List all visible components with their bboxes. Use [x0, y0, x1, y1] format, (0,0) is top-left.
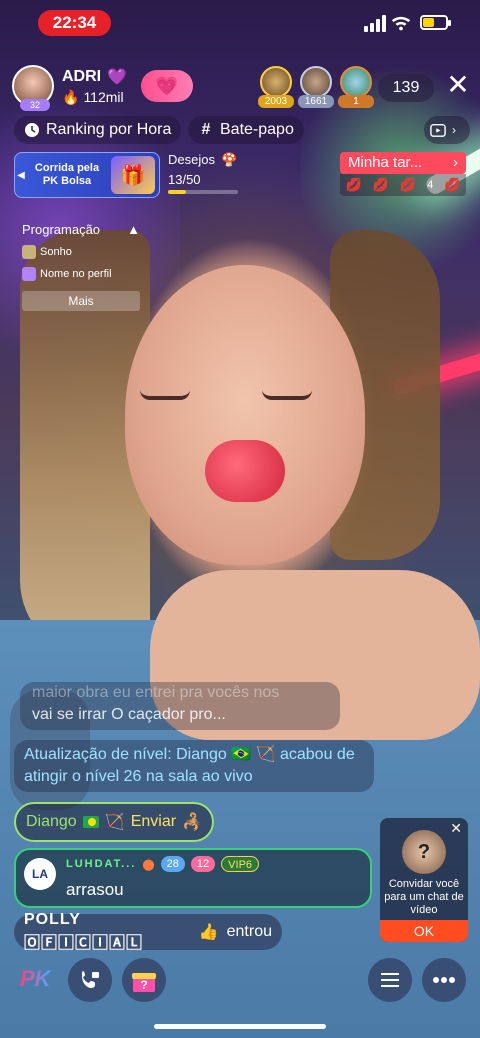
top-viewer[interactable]: 2003: [258, 66, 294, 108]
status-bar: 22:34: [0, 0, 480, 46]
item-icon: [22, 267, 36, 281]
clock-icon: [24, 122, 40, 138]
chevron-right-icon: ›: [452, 123, 456, 137]
chat-username: POLLY 🄾🄵🄸🄲🄸🄰🄻: [24, 911, 144, 952]
fan-badge: 28: [160, 856, 185, 872]
chat-text: arrasou: [66, 880, 124, 899]
my-task-widget[interactable]: Minha tar... › 💋 💋 💋 4 💋: [340, 152, 466, 196]
host-avatar[interactable]: 32: [12, 65, 54, 111]
chat-message-vip[interactable]: LA LUHDAT... ⬤ 28 12 VIP6 arrasou: [14, 848, 372, 908]
bottom-toolbar: PK ?: [0, 956, 480, 1006]
pk-event-banner[interactable]: ◀ Corrida pela PK Bolsa 🎁: [14, 152, 160, 198]
clock: 22:34: [38, 10, 111, 36]
chevron-right-icon: ›: [453, 154, 458, 171]
host-level-badge: 32: [20, 99, 50, 111]
bow-icon: 🏹: [104, 814, 125, 831]
more-dots-icon: [433, 977, 455, 983]
close-button[interactable]: ✕: [444, 71, 472, 100]
top-viewer[interactable]: 1: [338, 66, 374, 108]
pk-button[interactable]: PK: [20, 966, 51, 992]
video-chat-invite: ✕ ? Convidar você para um chat de vídeo …: [380, 818, 468, 942]
gift-button[interactable]: ?: [122, 958, 166, 1002]
schedule-item: Sonho: [22, 245, 140, 259]
wishes-progress-value: 13/50: [168, 172, 201, 187]
item-icon: [22, 245, 36, 259]
host-card[interactable]: 32 ADRI 💜 🔥 112mil 💗: [12, 65, 194, 111]
video-list-button[interactable]: ›: [424, 116, 470, 144]
schedule-title: Programação: [22, 222, 101, 237]
chat-message: maior obra eu entrei pra vocês nos vai s…: [20, 682, 340, 730]
more-button[interactable]: Mais: [22, 291, 140, 311]
top-viewers: 2003 1661 1: [258, 66, 374, 108]
video-call-button[interactable]: [68, 958, 112, 1002]
invite-ok-button[interactable]: OK: [380, 920, 468, 942]
phone-video-icon: [82, 971, 99, 988]
user-avatar[interactable]: LA: [24, 858, 56, 890]
kiss-icons: 💋 💋 💋 4 💋: [340, 174, 466, 196]
wishes-widget[interactable]: Desejos 🍄 13/50: [168, 152, 250, 198]
ranking-button[interactable]: Ranking por Hora: [14, 116, 182, 144]
viewer-count[interactable]: 139: [378, 74, 434, 102]
host-name: ADRI: [62, 67, 102, 85]
vip-badge: VIP6: [221, 856, 260, 872]
brazil-flag-icon: [82, 816, 99, 828]
gift-icon: ?: [132, 973, 156, 992]
wifi-icon: [391, 16, 411, 31]
badge-icon: ⬤: [142, 858, 155, 871]
chat-topic-button[interactable]: # Bate-papo: [188, 116, 304, 144]
top-viewer[interactable]: 1661: [298, 66, 334, 108]
invite-text: Convidar você para um chat de vídeo: [384, 878, 464, 916]
chevron-left-icon: ◀: [17, 169, 25, 181]
wishes-progress-bar: [168, 190, 238, 194]
schedule-panel: Programação ▲ Sonho Nome no perfil Mais: [22, 222, 140, 311]
battery-icon: [420, 15, 451, 30]
hamburger-icon: [381, 973, 399, 987]
flame-icon: 🔥: [62, 88, 80, 105]
menu-button[interactable]: [368, 958, 412, 1002]
chat-username: LUHDAT...: [66, 858, 137, 870]
mushroom-icon: 🍄: [220, 152, 238, 167]
purple-heart-icon: 💜: [107, 68, 128, 86]
pk-bag-icon: 🎁: [111, 156, 155, 194]
svg-text:?: ?: [140, 978, 147, 992]
collapse-icon[interactable]: ▲: [127, 222, 140, 237]
signal-icon: [364, 14, 386, 32]
join-message: POLLY 🄾🄵🄸🄲🄸🄰🄻 👍 entrou: [14, 911, 282, 952]
follow-heart-button[interactable]: 💗: [141, 70, 194, 102]
hashtag-icon: #: [201, 121, 211, 138]
more-options-button[interactable]: [422, 958, 466, 1002]
play-icon: [430, 122, 446, 138]
hand-icon: 👍: [198, 924, 219, 941]
send-action: Enviar: [130, 813, 177, 830]
chat-username: Diango: [26, 813, 77, 830]
gift-send-message[interactable]: Diango 🏹 Enviar 🦂: [14, 802, 214, 842]
level-badge: 12: [190, 856, 216, 872]
join-action: entrou: [226, 923, 272, 940]
invite-avatar: ?: [402, 830, 446, 874]
home-indicator[interactable]: [154, 1024, 326, 1029]
schedule-item: Nome no perfil: [22, 267, 140, 281]
level-up-message: Atualização de nível: Diango 🇧🇷 🏹 acabou…: [14, 740, 374, 792]
close-icon[interactable]: ✕: [450, 820, 462, 837]
host-likes: 112mil: [83, 89, 124, 105]
gift-sticker-icon: 🦂: [182, 814, 202, 831]
